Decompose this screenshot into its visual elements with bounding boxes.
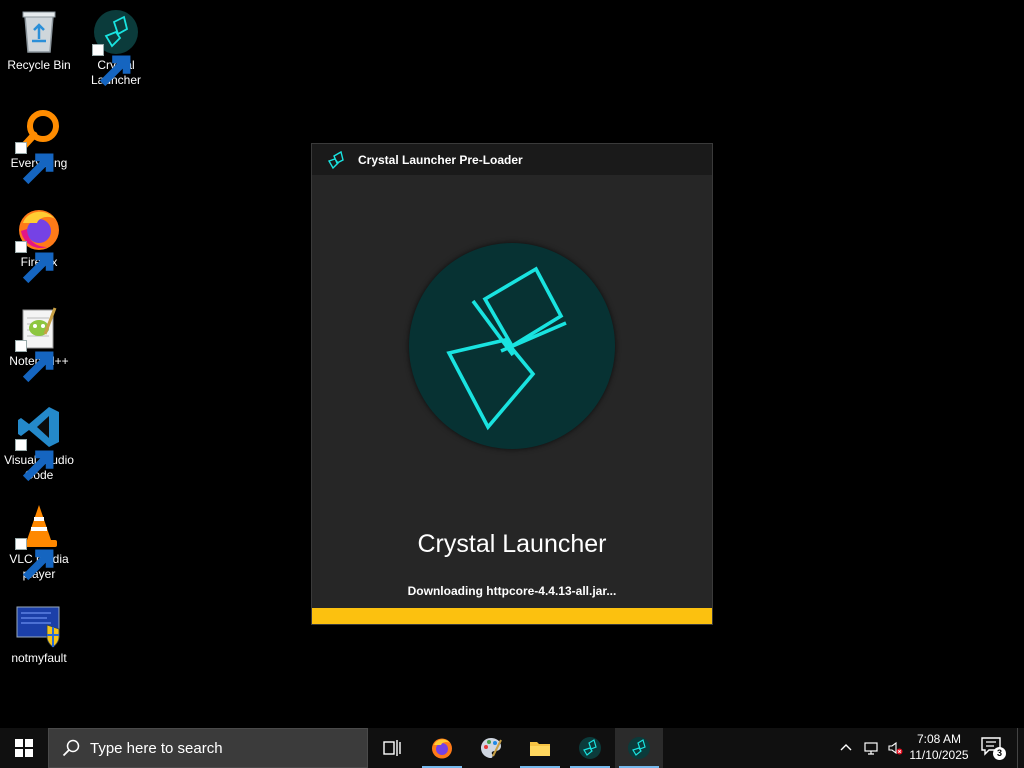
taskbar-paint[interactable] (467, 728, 515, 768)
notification-count-badge: 3 (993, 747, 1006, 760)
windows-logo-icon (15, 739, 33, 757)
desktop-icon-everything[interactable]: Everything (1, 106, 77, 185)
shortcut-arrow-icon (15, 241, 54, 284)
app-name-heading: Crystal Launcher (417, 530, 607, 558)
download-progress-bar (312, 608, 712, 624)
preloader-window: Crystal Launcher Pre-Loader Crystal Laun… (311, 143, 713, 625)
taskbar-crystal-preloader[interactable] (615, 728, 663, 768)
desktop-icon-notmyfault[interactable]: notmyfault (1, 601, 77, 666)
volume-tray-icon[interactable] (886, 738, 904, 758)
progress-fill (312, 608, 712, 624)
desktop-icon-label: notmyfault (11, 651, 67, 665)
notepad-plus-plus-icon (15, 304, 63, 383)
vscode-icon (15, 403, 63, 482)
desktop-icon-notepad-plus-plus[interactable]: Notepad++ (1, 304, 77, 383)
taskbar-firefox[interactable] (418, 728, 466, 768)
volume-muted-icon (888, 741, 903, 755)
shortcut-arrow-icon (15, 142, 54, 185)
show-hidden-icons-button[interactable] (837, 738, 855, 758)
desktop-icon-label: Recycle Bin (7, 58, 71, 72)
desktop-icon-crystal-launcher[interactable]: Crystal Launcher (78, 8, 154, 88)
action-center-button[interactable]: 3 (980, 736, 1006, 760)
crystal-launcher-icon (579, 737, 601, 759)
shortcut-arrow-icon (15, 340, 54, 383)
desktop-icon-vlc[interactable]: VLC media player (1, 502, 77, 582)
shortcut-arrow-icon (15, 439, 54, 482)
clock-date: 11/10/2025 (909, 748, 969, 762)
notmyfault-icon (15, 601, 63, 649)
desktop-icon-vscode[interactable]: Visual Studio Code (1, 403, 77, 483)
start-button[interactable] (0, 728, 48, 768)
task-view-button[interactable] (368, 728, 416, 768)
crystal-launcher-icon (327, 150, 344, 169)
task-view-icon (383, 740, 401, 756)
clock-time: 7:08 AM (916, 732, 962, 746)
desktop-icon-recycle-bin[interactable]: Recycle Bin (1, 8, 77, 73)
shortcut-arrow-icon (15, 538, 54, 581)
recycle-bin-icon (15, 8, 63, 56)
search-icon (62, 739, 80, 757)
shortcut-arrow-icon (92, 44, 131, 87)
chevron-up-icon (840, 744, 852, 751)
show-desktop-button[interactable] (1017, 728, 1024, 768)
vlc-icon (15, 502, 63, 581)
folder-icon (530, 742, 550, 756)
desktop-icon-firefox[interactable]: Firefox (1, 205, 77, 284)
taskbar-search-box[interactable]: Type here to search (48, 728, 368, 768)
search-placeholder: Type here to search (90, 739, 223, 757)
taskbar-crystal-launcher[interactable] (566, 728, 614, 768)
firefox-icon (15, 205, 63, 284)
window-title: Crystal Launcher Pre-Loader (358, 152, 523, 167)
network-tray-icon[interactable] (862, 738, 880, 758)
crystal-launcher-icon (628, 737, 650, 759)
crystal-logo (409, 243, 615, 449)
taskbar-file-explorer[interactable] (516, 728, 564, 768)
taskbar: Type here to search 7:08 AM 11/10/2025 3 (0, 728, 1024, 768)
everything-search-icon (15, 106, 63, 185)
paint-palette-icon (481, 738, 502, 758)
taskbar-clock[interactable]: 7:08 AM 11/10/2025 (905, 731, 973, 763)
firefox-icon (432, 738, 452, 759)
download-status: Downloading httpcore-4.4.13-all.jar... (407, 584, 617, 598)
network-icon (864, 742, 878, 755)
preloader-titlebar[interactable]: Crystal Launcher Pre-Loader (312, 144, 712, 175)
crystal-launcher-icon (92, 8, 140, 87)
